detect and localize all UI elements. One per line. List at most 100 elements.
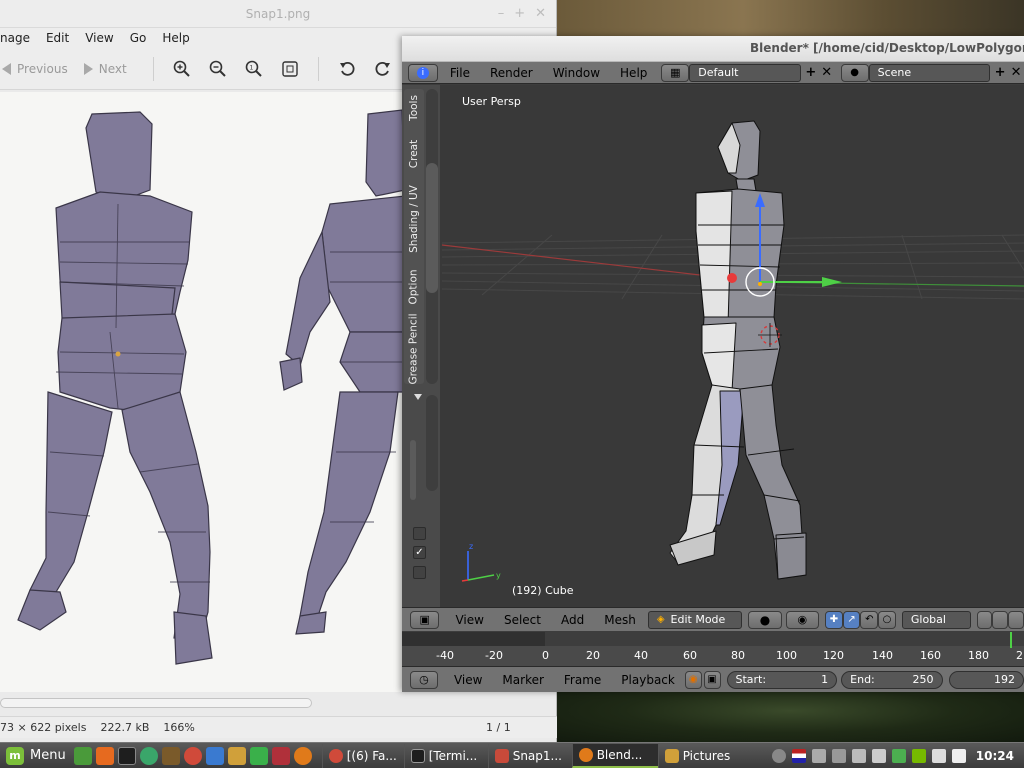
shield-icon[interactable] (891, 749, 906, 763)
shading-selector[interactable]: ● (748, 610, 782, 629)
tools-icon[interactable] (831, 749, 846, 763)
menu-playback[interactable]: Playback (621, 673, 675, 687)
scene-selector-button[interactable]: ● (840, 63, 869, 82)
mode-selector[interactable]: ◈ Edit Mode (647, 610, 743, 629)
layer-button-3[interactable] (1008, 610, 1024, 629)
menu-add[interactable]: Add (561, 613, 584, 627)
current-frame-marker[interactable] (1010, 632, 1012, 648)
start-frame-field[interactable]: Start: 1 (726, 670, 838, 689)
maximize-icon[interactable]: + (514, 6, 525, 21)
fullscreen-button[interactable] (277, 56, 303, 82)
clipboard-icon[interactable] (851, 749, 866, 763)
app-icon[interactable] (139, 746, 158, 765)
editor-type-button[interactable]: i (408, 63, 438, 82)
us-flag-icon[interactable] (791, 749, 806, 763)
layout-name-field[interactable]: Default (689, 63, 801, 82)
remove-scene-icon[interactable]: ✕ (1008, 65, 1024, 81)
layer-button-2[interactable] (992, 610, 1009, 629)
menu-render[interactable]: Render (490, 66, 533, 80)
shelf-scroll-thumb[interactable] (410, 440, 416, 500)
menu-edit[interactable]: Edit (38, 31, 77, 45)
clock[interactable]: 10:24 (976, 749, 1014, 763)
nvidia-icon[interactable] (911, 749, 926, 763)
orientation-selector[interactable]: Global (901, 610, 971, 629)
menu-frame[interactable]: Frame (564, 673, 601, 687)
chrome-icon[interactable] (183, 746, 202, 765)
keying-toggle[interactable]: ◉ (684, 670, 702, 689)
menu-view[interactable]: View (455, 613, 483, 627)
checkbox-2-checked[interactable]: ✓ (413, 546, 426, 559)
tab-tools[interactable]: Tools (404, 89, 424, 127)
menu-help[interactable]: Help (154, 31, 197, 45)
lock-toggle[interactable]: ▣ (703, 670, 721, 689)
translate-toggle[interactable]: ↗ (842, 610, 861, 629)
task-blender[interactable]: Blend... (571, 743, 658, 768)
software-icon[interactable] (161, 746, 180, 765)
zoom-out-button[interactable] (205, 56, 231, 82)
tab-shading-uv[interactable]: Shading / UV (404, 179, 424, 259)
menu-marker[interactable]: Marker (502, 673, 543, 687)
task-terminal[interactable]: [Termi... (403, 743, 488, 768)
rotate-right-button[interactable] (370, 56, 396, 82)
zoom-fit-button[interactable]: 1 (241, 56, 267, 82)
tab-create[interactable]: Creat (404, 133, 424, 175)
remove-layout-icon[interactable]: ✕ (819, 65, 835, 81)
layer-button-1[interactable] (976, 610, 993, 629)
menu-timeline-view[interactable]: View (454, 673, 482, 687)
firefox-icon[interactable] (95, 746, 114, 765)
start-menu-button[interactable]: m Menu (0, 743, 72, 768)
menu-mesh[interactable]: Mesh (604, 613, 636, 627)
next-button[interactable]: Next (83, 62, 127, 76)
rotate-left-button[interactable] (334, 56, 360, 82)
current-frame-field[interactable]: 192 (948, 670, 1024, 689)
task-browser[interactable]: [(6) Fa... (321, 743, 404, 768)
previous-button[interactable]: Previous (2, 62, 68, 76)
add-layout-icon[interactable]: + (803, 65, 819, 81)
menu-window[interactable]: Window (553, 66, 600, 80)
3d-editor-type-button[interactable]: ▣ (410, 610, 440, 629)
rotate-toggle[interactable]: ↶ (860, 610, 879, 629)
timeline-area[interactable]: -40 -20 0 20 40 60 80 100 120 140 160 18… (402, 632, 1024, 666)
scale-toggle[interactable]: ○ (878, 610, 896, 629)
task-image-viewer[interactable]: Snap1... (487, 743, 572, 768)
menu-view[interactable]: View (77, 31, 121, 45)
pivot-selector[interactable]: ◉ (785, 610, 820, 629)
checkbox-1[interactable] (413, 527, 426, 540)
collapse-arrow-icon[interactable] (414, 394, 422, 400)
timeline-editor-type-button[interactable]: ◷ (410, 670, 438, 689)
viewer-titlebar[interactable]: Snap1.png – + ✕ (0, 0, 556, 28)
scene-name-field[interactable]: Scene (868, 63, 991, 82)
horizontal-scrollbar[interactable] (0, 698, 312, 708)
3d-viewport[interactable]: z y Tools Creat Shading / UV Option Grea… (402, 85, 1024, 607)
bluetooth-icon[interactable] (811, 749, 826, 763)
close-icon[interactable]: ✕ (535, 6, 546, 21)
tab-scroll-thumb[interactable] (426, 163, 438, 293)
add-scene-icon[interactable]: + (992, 65, 1008, 81)
game-icon[interactable] (271, 746, 290, 765)
layout-selector-button[interactable]: ▦ (661, 63, 690, 82)
zoom-in-button[interactable] (169, 56, 195, 82)
files-icon[interactable] (227, 746, 246, 765)
menu-help[interactable]: Help (620, 66, 647, 80)
minimize-icon[interactable]: – (498, 6, 505, 21)
tab-options[interactable]: Option (404, 265, 424, 309)
writer-icon[interactable] (205, 746, 224, 765)
volume-icon[interactable] (951, 749, 966, 763)
network-icon[interactable] (931, 749, 946, 763)
menu-select[interactable]: Select (504, 613, 541, 627)
end-frame-field[interactable]: End: 250 (841, 670, 943, 689)
show-desktop-icon[interactable] (73, 746, 92, 765)
user-icon[interactable] (771, 749, 786, 763)
calc-icon[interactable] (249, 746, 268, 765)
checkbox-3[interactable] (413, 566, 426, 579)
blender-titlebar[interactable]: Blender* [/home/cid/Desktop/LowPolygonMa (402, 36, 1024, 62)
menu-go[interactable]: Go (122, 31, 155, 45)
save-icon[interactable] (871, 749, 886, 763)
menu-file[interactable]: File (450, 66, 470, 80)
manipulator-toggle[interactable]: ✚ (825, 610, 843, 629)
blender-launcher-icon[interactable] (293, 746, 312, 765)
task-pictures[interactable]: Pictures (657, 743, 742, 768)
terminal-icon[interactable] (117, 746, 136, 765)
tab-grease-pencil[interactable]: Grease Pencil (404, 313, 424, 384)
menu-image[interactable]: nage (0, 31, 38, 45)
